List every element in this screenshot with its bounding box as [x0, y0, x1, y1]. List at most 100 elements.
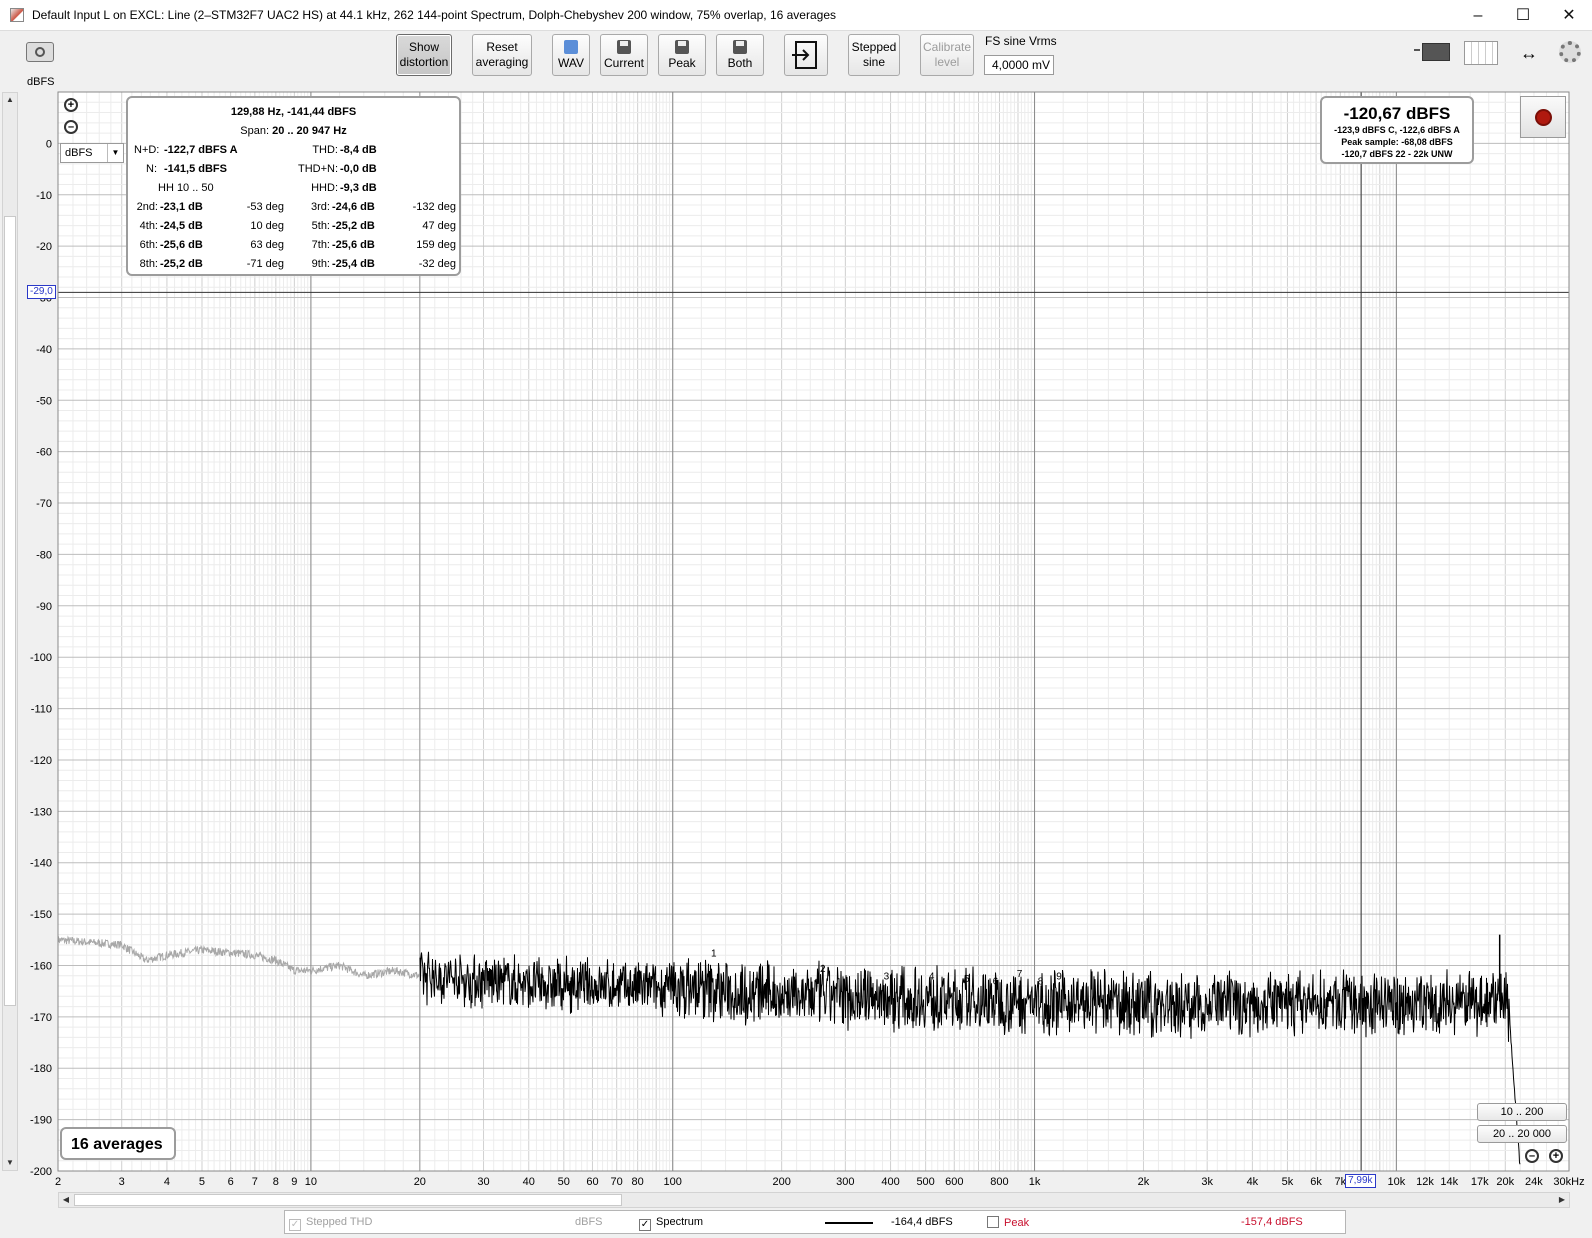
y-tick-label: -70 [36, 498, 52, 510]
x-zoom-out-icon[interactable]: – [1525, 1149, 1539, 1163]
x-tick-label: 17k [1471, 1176, 1489, 1188]
x-tick-label: 800 [990, 1176, 1008, 1188]
harmonic-marker: 8 [1038, 977, 1044, 988]
x-tick-label: 24k [1525, 1176, 1543, 1188]
x-tick-label: 50 [558, 1176, 570, 1188]
zoom-out-icon[interactable]: – [64, 120, 78, 134]
x-tick-label: 200 [772, 1176, 790, 1188]
harmonic-phase: -32 deg [418, 258, 456, 270]
x-tick-label: 70 [611, 1176, 623, 1188]
n-label: N: [146, 163, 157, 175]
hh-label: HH 10 .. 50 [158, 182, 214, 194]
record-button[interactable] [1520, 96, 1566, 138]
spectrum-value: -164,4 dBFS [891, 1216, 953, 1228]
peak-toggle[interactable]: Peak [987, 1216, 1029, 1229]
averages-badge: 16 averages [60, 1127, 176, 1160]
scroll-left-icon[interactable]: ◀ [59, 1193, 73, 1207]
range-10-200-button[interactable]: 10 .. 200 [1477, 1103, 1567, 1121]
x-tick-label: 3k [1201, 1176, 1213, 1188]
thdn-label: THD+N: [297, 163, 338, 175]
scroll-right-icon[interactable]: ▶ [1555, 1193, 1569, 1207]
x-tick-label: 9 [291, 1176, 297, 1188]
x-tick-label: 1k [1029, 1176, 1041, 1188]
x-tick-label: 100 [664, 1176, 682, 1188]
y-tick-label: -110 [31, 704, 52, 716]
spectrum-line-swatch [825, 1222, 873, 1224]
harmonic-marker: 2 [820, 964, 826, 975]
harmonic-value: -25,6 dB [160, 239, 203, 251]
y-tick-label: -200 [30, 1166, 52, 1178]
harmonic-value: -25,2 dB [332, 220, 375, 232]
n-value: -141,5 dBFS [164, 163, 227, 175]
y-tick-label: -180 [30, 1063, 52, 1075]
harmonic-phase: 159 deg [416, 239, 456, 251]
harmonic-label: 2nd: [136, 201, 158, 213]
y-tick-label: -90 [36, 601, 52, 613]
level-line-3: -120,7 dBFS 22 - 22k UNW [1341, 149, 1453, 159]
x-tick-label: 8 [273, 1176, 279, 1188]
x-tick-label: 500 [916, 1176, 934, 1188]
checkbox-icon [987, 1216, 999, 1228]
y-tick-label: -170 [30, 1012, 52, 1024]
harmonic-marker: 4 [929, 971, 935, 982]
y-tick-label: -190 [30, 1115, 52, 1127]
x-tick-label: 7 [252, 1176, 258, 1188]
x-tick-label: 4 [164, 1176, 170, 1188]
x-tick-label: 2k [1138, 1176, 1150, 1188]
harmonic-value: -25,4 dB [332, 258, 375, 270]
hhd-label: HHD: [311, 182, 338, 194]
harmonic-phase: -132 deg [412, 201, 456, 213]
y-cursor-label[interactable]: -29,0 [27, 285, 56, 300]
x-tick-label: 6 [228, 1176, 234, 1188]
x-tick-label: 600 [945, 1176, 963, 1188]
harmonic-phase: 47 deg [422, 220, 456, 232]
harmonic-label: 8th: [139, 258, 158, 270]
x-tick-label: 5k [1282, 1176, 1294, 1188]
hhd-value: -9,3 dB [340, 182, 377, 194]
thdn-value: -0,0 dB [340, 163, 377, 175]
harmonic-value: -24,6 dB [332, 201, 375, 213]
y-tick-label: -100 [30, 652, 52, 664]
x-tick-label: 6k [1310, 1176, 1322, 1188]
legend: ✓ Stepped THD dBFS ✓ Spectrum -164,4 dBFS … [284, 1210, 1346, 1234]
distortion-header: 129,88 Hz, -141,44 dBFS [230, 106, 357, 118]
x-tick-label: 30kHz [1553, 1176, 1584, 1188]
harmonic-value: -25,2 dB [160, 258, 203, 270]
thd-label: THD: [312, 144, 338, 156]
zoom-in-icon[interactable]: + [64, 98, 78, 112]
x-tick-label: 3 [119, 1176, 125, 1188]
level-line-2: Peak sample: -68,08 dBFS [1341, 137, 1453, 147]
range-20-20000-button[interactable]: 20 .. 20 000 [1477, 1125, 1567, 1143]
stepped-thd-toggle[interactable]: ✓ Stepped THD [289, 1216, 372, 1231]
record-icon [1537, 111, 1550, 124]
checkbox-icon: ✓ [639, 1219, 651, 1231]
x-tick-label: 10k [1387, 1176, 1405, 1188]
x-tick-label: 400 [881, 1176, 899, 1188]
x-tick-label: 4k [1247, 1176, 1259, 1188]
x-cursor-label[interactable]: 7,99k [1345, 1174, 1376, 1188]
harmonic-marker: 6 [993, 977, 999, 988]
harmonic-value: -24,5 dB [160, 220, 203, 232]
x-tick-label: 300 [836, 1176, 854, 1188]
harmonic-marker: 1 [711, 948, 717, 959]
thd-value: -8,4 dB [340, 144, 377, 156]
x-zoom-in-icon[interactable]: + [1549, 1149, 1563, 1163]
unit-select[interactable]: dBFS ▼ [60, 143, 124, 163]
harmonic-phase: 63 deg [250, 239, 284, 251]
peak-value: -157,4 dBFS [1241, 1216, 1303, 1228]
chevron-down-icon: ▼ [107, 144, 123, 162]
x-tick-label: 12k [1416, 1176, 1434, 1188]
harmonic-label: 6th: [139, 239, 158, 251]
horizontal-scroll-thumb[interactable] [74, 1194, 622, 1206]
harmonic-phase: 10 deg [250, 220, 284, 232]
y-tick-label: -20 [36, 241, 52, 253]
spectrum-toggle[interactable]: ✓ Spectrum [639, 1216, 703, 1231]
checkbox-icon: ✓ [289, 1219, 301, 1231]
harmonic-marker: 3 [884, 971, 890, 982]
x-tick-label: 2 [55, 1176, 61, 1188]
y-tick-label: -150 [30, 909, 52, 921]
horizontal-scrollbar[interactable]: ◀ ▶ [58, 1192, 1570, 1208]
y-tick-label: -140 [30, 858, 52, 870]
x-tick-label: 10 [305, 1176, 317, 1188]
level-main: -120,67 dBFS [1343, 104, 1451, 123]
